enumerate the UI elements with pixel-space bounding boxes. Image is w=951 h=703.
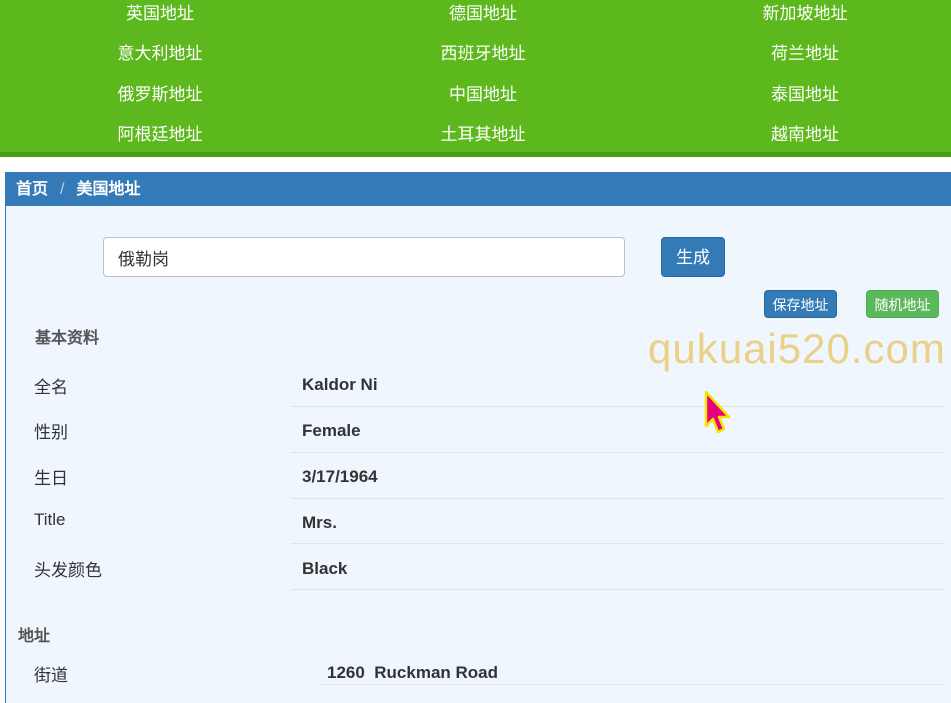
gender-value: Female (302, 421, 361, 440)
random-address-button[interactable]: 随机地址 (866, 290, 939, 318)
street-value: 1260 Ruckman Road (327, 663, 499, 682)
country-link-argentina[interactable]: 阿根廷地址 (35, 124, 285, 146)
fullname-value: Kaldor Ni (302, 375, 378, 394)
generate-button[interactable]: 生成 (661, 237, 725, 277)
hair-color-label: 头发颜色 (34, 561, 102, 580)
breadcrumb-current: 美国地址 (76, 181, 141, 198)
street-label: 街道 (34, 666, 68, 685)
fullname-label: 全名 (34, 378, 68, 397)
row-divider (321, 684, 944, 685)
row-divider (291, 406, 944, 407)
title-value: Mrs. (302, 513, 337, 532)
country-link-singapore[interactable]: 新加坡地址 (680, 3, 930, 25)
country-link-vietnam[interactable]: 越南地址 (680, 124, 930, 146)
breadcrumb-home-link[interactable]: 首页 (16, 181, 48, 198)
country-link-turkey[interactable]: 土耳其地址 (358, 124, 608, 146)
row-divider (291, 589, 944, 590)
address-panel: 首页/美国地址 生成 保存地址 随机地址 qukuai520.com 基本资料 … (5, 172, 951, 703)
country-link-thailand[interactable]: 泰国地址 (680, 84, 930, 106)
country-link-russia[interactable]: 俄罗斯地址 (35, 84, 285, 106)
country-link-china[interactable]: 中国地址 (358, 84, 608, 106)
region-input[interactable] (103, 237, 625, 277)
save-address-button[interactable]: 保存地址 (764, 290, 837, 318)
title-label: Title (34, 510, 66, 529)
row-divider (291, 452, 944, 453)
watermark: qukuai520.com (648, 325, 946, 372)
country-link-netherlands[interactable]: 荷兰地址 (680, 43, 930, 65)
row-divider (291, 543, 944, 544)
address-section-title: 地址 (18, 628, 51, 645)
gender-label: 性别 (34, 423, 68, 442)
country-link-germany[interactable]: 德国地址 (358, 3, 608, 25)
profile-section-title: 基本资料 (35, 330, 100, 347)
country-link-uk[interactable]: 英国地址 (35, 3, 285, 25)
row-divider (291, 498, 944, 499)
country-nav: 英国地址 德国地址 新加坡地址 意大利地址 西班牙地址 荷兰地址 俄罗斯地址 中… (0, 0, 951, 157)
birthday-value: 3/17/1964 (302, 467, 378, 486)
mouse-cursor-icon (704, 390, 731, 434)
country-link-spain[interactable]: 西班牙地址 (358, 43, 608, 65)
country-link-italy[interactable]: 意大利地址 (35, 43, 285, 65)
hair-color-value: Black (302, 559, 348, 578)
breadcrumb: 首页 / 美国地址 (6, 173, 951, 206)
breadcrumb-separator: / (60, 181, 65, 198)
birthday-label: 生日 (34, 469, 68, 488)
